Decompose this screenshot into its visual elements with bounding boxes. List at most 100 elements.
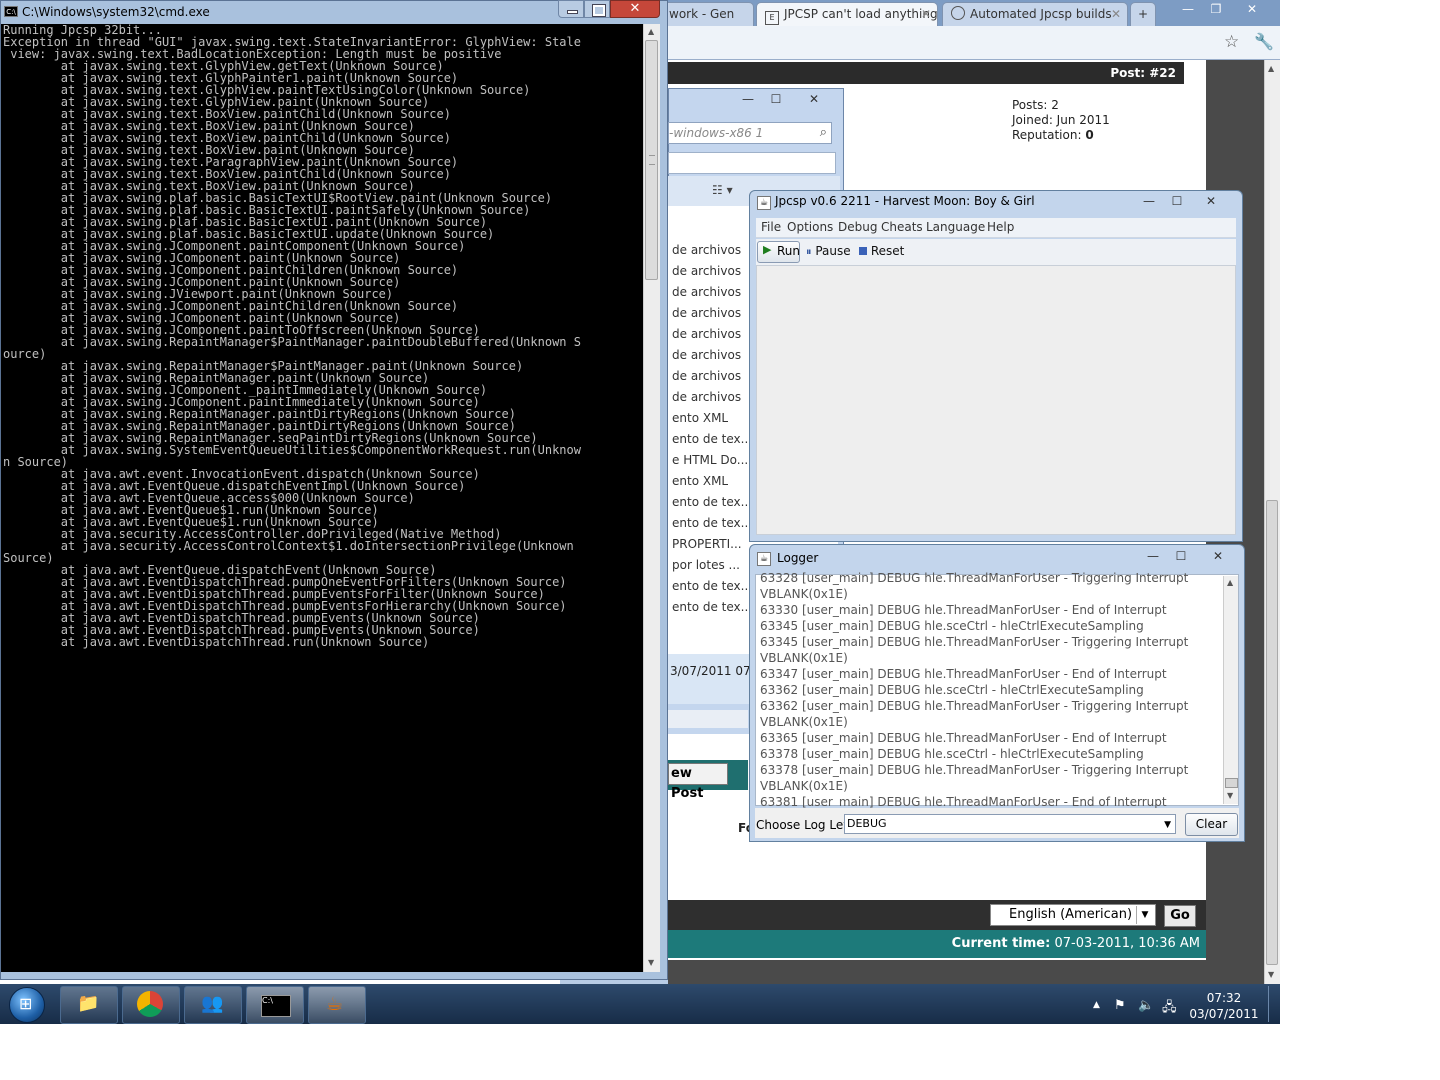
star-icon[interactable]: ☆ [1224,32,1239,52]
console-output[interactable]: Running Jpcsp 32bit... Exception in thre… [1,24,643,972]
reset-button[interactable]: Reset [859,242,904,262]
new-tab-button[interactable]: + [1130,2,1156,26]
pause-icon: ⏸ [806,245,812,258]
menu-options[interactable]: Options [787,220,833,234]
go-button[interactable]: Go [1164,905,1196,927]
explorer-file-item[interactable]: por lotes ... [672,558,740,572]
show-hidden-icons-icon[interactable]: ▲ [1093,1000,1100,1010]
wrench-icon[interactable]: 🔧 [1254,32,1274,51]
flag-icon[interactable]: ⚑ [1114,998,1126,1013]
jpcsp-maximize-button[interactable]: ☐ [1164,193,1190,209]
user-reputation: Reputation: 0 [1012,128,1094,142]
explorer-file-item[interactable]: ento XML [672,474,728,488]
jpcsp-close-button[interactable]: ✕ [1198,193,1224,209]
explorer-file-item[interactable]: ento de tex... [672,495,752,509]
chevron-down-icon[interactable]: ▼ [1136,906,1153,924]
speaker-icon[interactable]: 🔈 [1138,998,1154,1013]
explorer-file-item[interactable]: de archivos [672,285,741,299]
chevron-down-icon[interactable]: ▼ [1164,816,1171,834]
explorer-file-item[interactable]: de archivos [672,390,741,404]
pause-button[interactable]: ⏸ Pause [806,242,851,262]
cmd-maximize-button[interactable] [584,0,610,18]
language-select[interactable]: English (American) ▼ [990,904,1156,926]
taskbar-cmd[interactable]: C:\ [246,986,304,1024]
browser-tabstrip: work - Gen E JPCSP can't load anything ✕ A… [560,0,1280,26]
browser-maximize-button[interactable]: ❐ [1204,0,1228,18]
logger-scrollbar-thumb[interactable] [1225,778,1238,788]
post-number[interactable]: Post: #22 [1110,66,1176,80]
tray-clock[interactable]: 07:32 03/07/2011 [1186,990,1262,1022]
menu-file[interactable]: File [761,220,781,234]
explorer-address-field[interactable]: -windows-x86 1 ⌕ [668,122,832,144]
explorer-file-item[interactable]: ento de tex... [672,432,752,446]
start-button[interactable]: ⊞ [9,987,45,1023]
java-icon: ☕ [757,552,771,566]
explorer-file-item[interactable]: de archivos [672,243,741,257]
tab-close-icon[interactable]: ✕ [1111,3,1121,25]
menu-language[interactable]: Language [926,220,985,234]
explorer-file-item[interactable]: de archivos [672,348,741,362]
taskbar-java[interactable]: ☕ [308,986,366,1024]
scroll-up-arrow-icon[interactable]: ▲ [648,27,654,36]
clear-button[interactable]: Clear [1185,813,1238,836]
network-icon[interactable]: 🖧 [1162,998,1177,1020]
explorer-file-item[interactable]: de archivos [672,306,741,320]
browser-scrollbar-thumb[interactable] [1266,500,1278,965]
taskbar-chrome[interactable] [122,986,180,1024]
explorer-file-item[interactable]: de archivos [672,264,741,278]
log-line: 63347 [user_main] DEBUG hle.ThreadManFor… [760,667,1167,681]
menu-help[interactable]: Help [987,220,1014,234]
scroll-down-arrow-icon[interactable]: ▼ [648,958,654,967]
post-header-bar: Post: #22 [668,62,1184,84]
taskbar-explorer[interactable]: 📁 [60,986,118,1024]
emulator-screen[interactable] [756,265,1236,535]
scroll-down-arrow-icon[interactable]: ▼ [1227,791,1233,800]
explorer-search-box[interactable] [668,152,836,174]
user-posts: Posts: 2 [1012,98,1059,112]
browser-tab-work[interactable]: work - Gen [660,2,754,26]
play-icon: ▶ [763,243,772,256]
explorer-file-item[interactable]: PROPERTI... [672,537,742,551]
forum-favicon-icon: E [765,11,779,25]
run-button[interactable]: ▶ Run [757,241,800,263]
logger-close-button[interactable]: ✕ [1205,548,1231,564]
cmd-close-button[interactable]: ✕ [610,0,660,18]
new-post-button[interactable]: ew Post [668,763,728,801]
view-options-icon[interactable]: ☷ ▾ [712,183,733,197]
logger-minimize-button[interactable]: — [1140,548,1166,564]
explorer-file-item[interactable]: ento XML [672,411,728,425]
menu-cheats[interactable]: Cheats [881,220,923,234]
browser-minimize-button[interactable]: — [1176,0,1200,18]
log-line: VBLANK(0x1E) [760,779,848,793]
explorer-close-button[interactable]: ✕ [801,91,827,107]
browser-close-button[interactable]: ✕ [1240,0,1264,18]
log-level-select[interactable]: DEBUG ▼ [844,814,1176,834]
log-line: 63330 [user_main] DEBUG hle.ThreadManFor… [760,603,1167,617]
explorer-file-item[interactable]: ento de tex... [672,600,752,614]
cmd-minimize-button[interactable] [558,0,584,18]
show-desktop-button[interactable] [1268,986,1278,1022]
log-line: 63345 [user_main] DEBUG hle.sceCtrl - hl… [760,619,1144,633]
cmd-scrollbar-thumb[interactable] [645,40,658,280]
browser-tab-automated-builds[interactable]: Automated Jpcsp builds ✕ [942,2,1128,26]
menu-debug[interactable]: Debug [838,220,877,234]
explorer-file-item[interactable]: e HTML Do... [672,453,748,467]
logger-scrollbar[interactable]: ▲ ▼ [1223,576,1238,804]
browser-tab-jpcsp-thread[interactable]: E JPCSP can't load anything ✕ [756,2,938,26]
explorer-maximize-button[interactable]: ☐ [763,91,789,107]
explorer-minimize-button[interactable]: — [735,91,761,107]
explorer-file-item[interactable]: ento de tex... [672,516,752,530]
scroll-down-arrow-icon[interactable]: ▼ [1268,970,1274,979]
explorer-file-item[interactable]: de archivos [672,327,741,341]
java-icon: ☕ [757,196,771,210]
search-icon[interactable]: ⌕ [820,123,827,143]
scroll-up-arrow-icon[interactable]: ▲ [1227,578,1233,587]
tab-close-icon[interactable]: ✕ [921,3,931,25]
taskbar-network[interactable]: 👥 [184,986,242,1024]
jpcsp-minimize-button[interactable]: — [1136,193,1162,209]
scroll-up-arrow-icon[interactable]: ▲ [1268,64,1274,73]
windows-logo-icon: ⊞ [19,994,33,1013]
explorer-file-item[interactable]: ento de tex... [672,579,752,593]
logger-maximize-button[interactable]: ☐ [1168,548,1194,564]
explorer-file-item[interactable]: de archivos [672,369,741,383]
